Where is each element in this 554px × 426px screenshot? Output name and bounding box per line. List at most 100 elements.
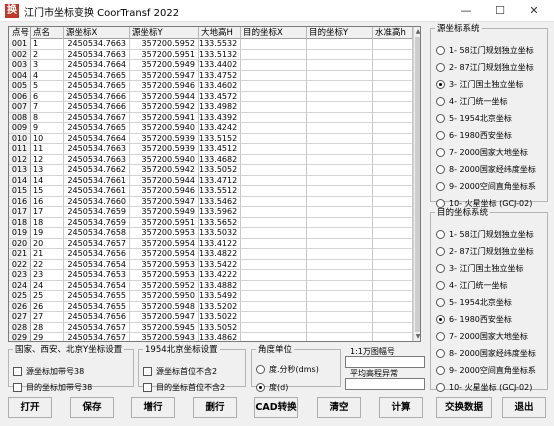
source-system-radio[interactable] [436, 113, 445, 123]
swap-data-button[interactable]: 交换数据 [436, 397, 492, 418]
point-id-cell[interactable]: 016 [9, 196, 31, 207]
target-y-cell[interactable] [307, 175, 373, 186]
target-x-cell[interactable] [241, 102, 307, 113]
target-x-cell[interactable] [241, 270, 307, 281]
table-row[interactable]: 019 19 2450534.7658 357200.5953 133.5032 [9, 228, 413, 239]
target-system-option[interactable]: 10- 火星坐标 (GCJ-02) [436, 381, 532, 393]
source-system-radio[interactable] [436, 62, 445, 72]
source-y-cell[interactable]: 357200.5949 [130, 60, 199, 71]
source-zone-checkbox[interactable] [13, 366, 22, 376]
point-name-cell[interactable]: 7 [31, 102, 64, 113]
target-system-radio[interactable] [436, 382, 445, 392]
leveling-height-cell[interactable] [373, 270, 413, 281]
point-name-cell[interactable]: 24 [31, 280, 64, 291]
exit-button[interactable]: 退出 [502, 397, 546, 418]
point-name-cell[interactable]: 13 [31, 165, 64, 176]
table-row[interactable]: 015 15 2450534.7661 357200.5946 133.5512 [9, 186, 413, 197]
table-row[interactable]: 001 1 2450534.7663 357200.5952 133.5532 [9, 39, 413, 50]
source-system-radio[interactable] [436, 164, 445, 174]
leveling-height-cell[interactable] [373, 91, 413, 102]
leveling-height-cell[interactable] [373, 39, 413, 50]
target-x-cell[interactable] [241, 312, 307, 323]
source-y-cell[interactable]: 357200.5942 [130, 165, 199, 176]
source-x-cell[interactable]: 2450534.7663 [64, 154, 130, 165]
source-zone-option[interactable]: 源坐标加带号38 [13, 365, 84, 377]
point-id-cell[interactable]: 006 [9, 91, 31, 102]
leveling-height-cell[interactable] [373, 186, 413, 197]
target-y-cell[interactable] [307, 165, 373, 176]
maximize-icon[interactable]: ☐ [483, 0, 517, 22]
ellipsoid-height-cell[interactable]: 133.4822 [199, 249, 241, 260]
source-x-cell[interactable]: 2450534.7664 [64, 60, 130, 71]
table-row[interactable]: 013 13 2450534.7662 357200.5942 133.5052 [9, 165, 413, 176]
source-system-option[interactable]: 4- 江门统一坐标 [436, 95, 508, 107]
target-system-option[interactable]: 6- 1980西安坐标 [436, 313, 512, 325]
target-x-cell[interactable] [241, 186, 307, 197]
source-system-radio[interactable] [436, 79, 445, 89]
target-x-cell[interactable] [241, 70, 307, 81]
source-y-cell[interactable]: 357200.5946 [130, 186, 199, 197]
header-point-id[interactable]: 点号 [9, 27, 31, 39]
point-name-cell[interactable]: 1 [31, 39, 64, 50]
leveling-height-cell[interactable] [373, 123, 413, 134]
cad-convert-button[interactable]: CAD转换 [254, 397, 298, 418]
ellipsoid-height-cell[interactable]: 133.5512 [199, 186, 241, 197]
leveling-height-cell[interactable] [373, 217, 413, 228]
target-y-cell[interactable] [307, 60, 373, 71]
point-name-cell[interactable]: 18 [31, 217, 64, 228]
leveling-height-cell[interactable] [373, 312, 413, 323]
source-y-cell[interactable]: 357200.5949 [130, 207, 199, 218]
leveling-height-cell[interactable] [373, 133, 413, 144]
source-x-cell[interactable]: 2450534.7657 [64, 333, 130, 341]
source-x-cell[interactable]: 2450534.7664 [64, 133, 130, 144]
source-y-cell[interactable]: 357200.5954 [130, 249, 199, 260]
ellipsoid-height-cell[interactable]: 133.4242 [199, 123, 241, 134]
leveling-height-cell[interactable] [373, 291, 413, 302]
target-y-cell[interactable] [307, 49, 373, 60]
target-x-cell[interactable] [241, 175, 307, 186]
ellipsoid-height-cell[interactable]: 133.5962 [199, 207, 241, 218]
target-y-cell[interactable] [307, 228, 373, 239]
target-x-cell[interactable] [241, 144, 307, 155]
target-y-cell[interactable] [307, 259, 373, 270]
source-prefix-option[interactable]: 源坐标首位不含2 [143, 365, 217, 377]
target-y-cell[interactable] [307, 217, 373, 228]
table-row[interactable]: 024 24 2450534.7654 357200.5952 133.4882 [9, 280, 413, 291]
target-y-cell[interactable] [307, 291, 373, 302]
leveling-height-cell[interactable] [373, 112, 413, 123]
ellipsoid-height-cell[interactable]: 133.4122 [199, 238, 241, 249]
ellipsoid-height-cell[interactable]: 133.4862 [199, 333, 241, 341]
ellipsoid-height-cell[interactable]: 133.5532 [199, 39, 241, 50]
source-y-cell[interactable]: 357200.5947 [130, 312, 199, 323]
source-x-cell[interactable]: 2450534.7667 [64, 112, 130, 123]
target-x-cell[interactable] [241, 165, 307, 176]
source-x-cell[interactable]: 2450534.7661 [64, 175, 130, 186]
table-row[interactable]: 023 23 2450534.7653 357200.5953 133.4222 [9, 270, 413, 281]
point-id-cell[interactable]: 008 [9, 112, 31, 123]
leveling-height-cell[interactable] [373, 154, 413, 165]
target-system-radio[interactable] [436, 229, 445, 239]
table-row[interactable]: 009 9 2450534.7665 357200.5940 133.4242 [9, 123, 413, 134]
target-y-cell[interactable] [307, 112, 373, 123]
point-id-cell[interactable]: 011 [9, 144, 31, 155]
leveling-height-cell[interactable] [373, 49, 413, 60]
target-system-radio[interactable] [436, 297, 445, 307]
ellipsoid-height-cell[interactable]: 133.4572 [199, 91, 241, 102]
target-y-cell[interactable] [307, 39, 373, 50]
target-prefix-checkbox[interactable] [143, 382, 152, 392]
target-system-radio[interactable] [436, 280, 445, 290]
ellipsoid-height-cell[interactable]: 133.5202 [199, 301, 241, 312]
point-id-cell[interactable]: 005 [9, 81, 31, 92]
target-system-option[interactable]: 5- 1954北京坐标 [436, 296, 512, 308]
point-name-cell[interactable]: 29 [31, 333, 64, 341]
table-row[interactable]: 022 22 2450534.7654 357200.5953 133.5422 [9, 259, 413, 270]
point-id-cell[interactable]: 029 [9, 333, 31, 341]
leveling-height-cell[interactable] [373, 322, 413, 333]
target-y-cell[interactable] [307, 207, 373, 218]
ellipsoid-height-cell[interactable]: 133.4392 [199, 112, 241, 123]
source-system-option[interactable]: 5- 1954北京坐标 [436, 112, 512, 124]
source-x-cell[interactable]: 2450534.7654 [64, 259, 130, 270]
leveling-height-cell[interactable] [373, 175, 413, 186]
ellipsoid-height-cell[interactable]: 133.4682 [199, 154, 241, 165]
target-x-cell[interactable] [241, 133, 307, 144]
